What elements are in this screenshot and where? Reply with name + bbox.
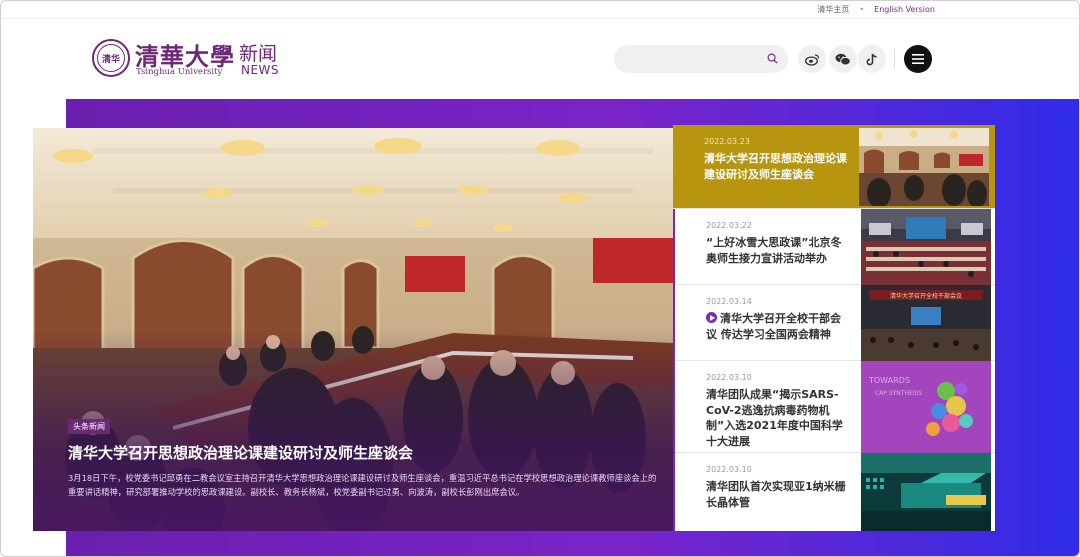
video-play-icon [706, 312, 717, 323]
english-version-link[interactable]: English Version [874, 5, 935, 14]
logo-separator-dot [225, 50, 230, 55]
logo-english-name: Tsinghua University [136, 67, 223, 77]
search-input[interactable] [614, 45, 788, 73]
wechat-button[interactable] [829, 45, 857, 73]
sars-thumb-text-2: CAP SYNTHESIS [875, 390, 922, 397]
separator-dot: • [859, 5, 865, 14]
news-item-5[interactable]: 2022.03.10 清华团队首次实现亚1纳米栅长晶体管 [675, 453, 995, 531]
hero-featured-news[interactable]: 头条新闻 清华大学召开思想政治理论课建设研讨及师生座谈会 3月18日下午，校党委… [33, 128, 673, 531]
transistor-illustration [861, 453, 991, 531]
news-date: 2022.03.10 [706, 373, 752, 382]
seal-inner: 清华 [97, 44, 125, 72]
news-date: 2022.03.23 [704, 137, 750, 146]
news-thumbnail[interactable]: TOWARDS CAP SYNTHESIS [861, 361, 991, 453]
news-title[interactable]: 清华大学召开思想政治理论课建设研讨及师生座谈会 [704, 151, 848, 182]
header-divider [894, 49, 895, 69]
news-date: 2022.03.14 [706, 297, 752, 306]
news-title-en: NEWS [241, 63, 280, 77]
news-date: 2022.03.22 [706, 221, 752, 230]
search-icon[interactable] [767, 53, 778, 64]
news-list: 2022.03.23 清华大学召开思想政治理论课建设研讨及师生座谈会 2022.… [673, 125, 995, 531]
molecule-illustration: TOWARDS CAP SYNTHESIS [861, 361, 991, 453]
news-title[interactable]: 清华团队成果“揭示SARS-CoV-2逃逸抗病毒药物机制”入选2021年度中国科… [706, 387, 850, 449]
slide-banner-text: 清华大学召开全校干部会议 [890, 292, 962, 300]
news-title[interactable]: “上好冰雪大思政课”北京冬奥师生接力宣讲活动举办 [706, 235, 850, 266]
news-thumbnail[interactable] [861, 453, 991, 531]
hamburger-menu-icon [912, 54, 924, 64]
menu-button[interactable] [904, 45, 932, 73]
douyin-icon [866, 53, 877, 65]
auditorium-photo: 清华大学召开全校干部会议 [861, 285, 991, 361]
news-item-2[interactable]: 2022.03.22 “上好冰雪大思政课”北京冬奥师生接力宣讲活动举办 [675, 209, 995, 285]
top-strip: 清华主页 • English Version [1, 1, 1079, 19]
top-links: 清华主页 • English Version [817, 4, 935, 15]
news-thumbnail[interactable] [861, 209, 991, 285]
weibo-button[interactable] [798, 45, 826, 73]
news-title-cn: 新闻 [239, 43, 278, 65]
news-item-3[interactable]: 2022.03.14 清华大学召开全校干部会议 传达学习全国两会精神 清华大学召… [675, 285, 995, 361]
news-title[interactable]: 清华团队首次实现亚1纳米栅长晶体管 [706, 479, 850, 510]
douyin-button[interactable] [858, 45, 886, 73]
wechat-icon [835, 53, 851, 65]
headline-tag-badge: 头条新闻 [68, 419, 110, 434]
hero-description: 3月18日下午，校党委书记邱勇在二教会议室主持召开清华大学思想政治理论课建设研讨… [68, 473, 657, 497]
page-frame: 清华主页 • English Version 清华 清華大學 Tsinghua … [0, 0, 1080, 557]
news-item-4[interactable]: 2022.03.10 清华团队成果“揭示SARS-CoV-2逃逸抗病毒药物机制”… [675, 361, 995, 453]
hero-title[interactable]: 清华大学召开思想政治理论课建设研讨及师生座谈会 [68, 442, 648, 463]
meeting-room-photo [859, 128, 989, 206]
news-thumbnail[interactable] [859, 128, 989, 206]
lecture-hall-photo [861, 209, 991, 285]
sars-thumb-text-1: TOWARDS [868, 376, 910, 385]
university-seal-logo[interactable]: 清华 [92, 39, 130, 77]
news-title[interactable]: 清华大学召开全校干部会议 传达学习全国两会精神 [706, 311, 850, 342]
news-title-text: 清华大学召开全校干部会议 传达学习全国两会精神 [706, 312, 841, 341]
news-thumbnail[interactable]: 清华大学召开全校干部会议 [861, 285, 991, 361]
tsinghua-home-link[interactable]: 清华主页 [817, 4, 849, 15]
news-date: 2022.03.10 [706, 465, 752, 474]
news-item-1[interactable]: 2022.03.23 清华大学召开思想政治理论课建设研讨及师生座谈会 [673, 125, 995, 209]
weibo-icon [804, 53, 819, 66]
